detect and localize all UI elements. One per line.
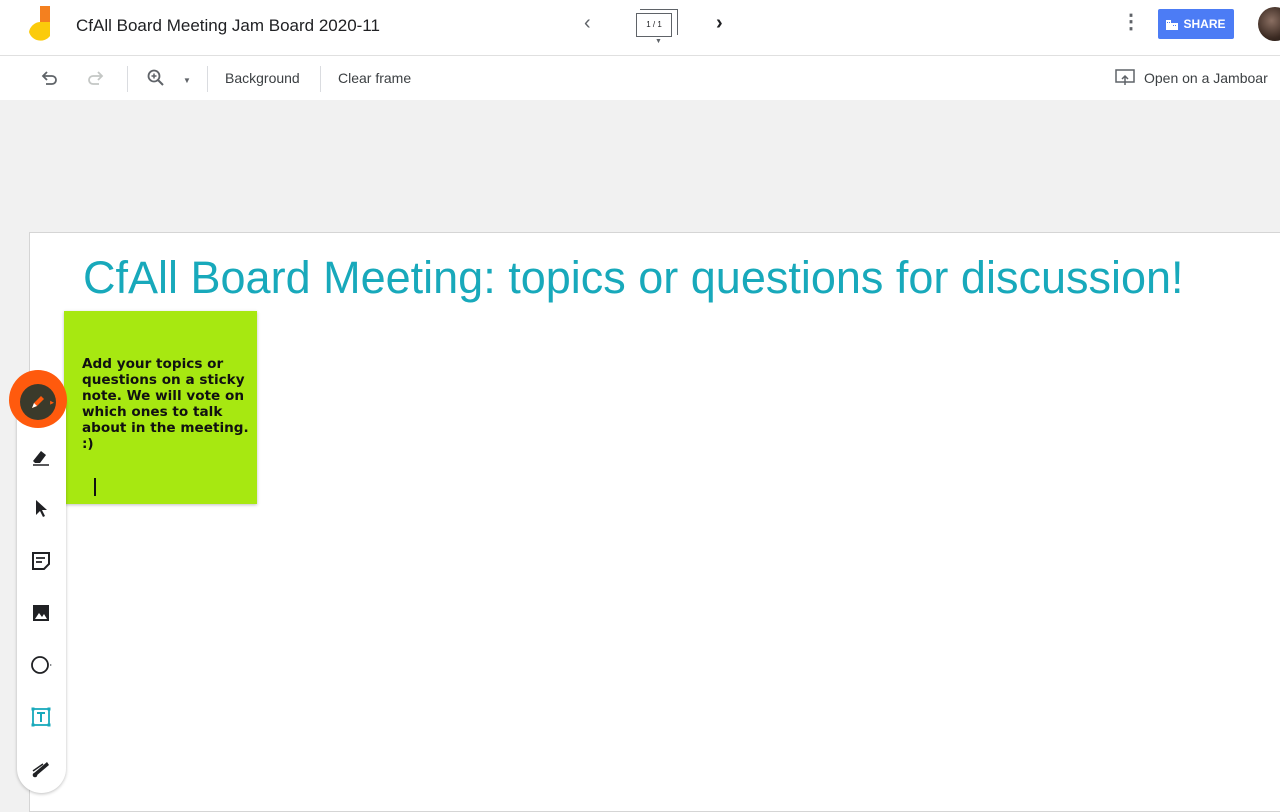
toolbar-divider xyxy=(127,66,128,92)
toolbar-divider xyxy=(320,66,321,92)
business-icon xyxy=(1166,19,1179,30)
pen-icon xyxy=(32,396,44,408)
circle-shape-icon[interactable] xyxy=(29,653,53,677)
submenu-arrow-icon: ▶ xyxy=(50,400,54,406)
background-button[interactable]: Background xyxy=(225,70,300,86)
pen-tool-button[interactable]: ▶ xyxy=(20,384,56,420)
share-button[interactable]: SHARE xyxy=(1158,9,1234,39)
clear-frame-button[interactable]: Clear frame xyxy=(338,70,411,86)
chevron-left-icon[interactable]: ‹ xyxy=(584,12,591,35)
laser-pointer-icon[interactable] xyxy=(29,757,53,781)
image-icon[interactable] xyxy=(29,601,53,625)
document-title[interactable]: CfAll Board Meeting Jam Board 2020-11 xyxy=(76,16,380,36)
sticky-note-icon[interactable] xyxy=(29,549,53,573)
chevron-right-icon[interactable]: › xyxy=(716,12,723,35)
text-cursor xyxy=(94,478,96,496)
board-title[interactable]: CfAll Board Meeting: topics or questions… xyxy=(83,252,1184,304)
toolbar: ▼ Background Clear frame Open on a Jambo… xyxy=(0,56,1280,100)
zoom-in-icon[interactable] xyxy=(146,68,166,88)
select-cursor-icon[interactable] xyxy=(29,496,53,520)
caret-down-icon: ▼ xyxy=(655,38,662,45)
avatar[interactable] xyxy=(1258,7,1280,41)
redo-icon[interactable] xyxy=(87,69,105,87)
cast-to-device-icon xyxy=(1115,69,1135,85)
text-box-icon[interactable] xyxy=(29,705,53,729)
eraser-icon[interactable] xyxy=(29,445,53,469)
frame-counter-label: 1 / 1 xyxy=(636,13,672,37)
sticky-note-text[interactable]: Add your topics or questions on a sticky… xyxy=(82,356,258,452)
share-label: SHARE xyxy=(1183,17,1226,31)
frame-counter-button[interactable]: 1 / 1 ▼ xyxy=(634,9,680,45)
zoom-dropdown-icon[interactable]: ▼ xyxy=(183,70,191,92)
more-vert-icon[interactable]: ⋮ xyxy=(1121,12,1141,32)
open-on-jamboard-button[interactable]: Open on a Jamboar xyxy=(1144,70,1268,86)
jamboard-logo[interactable] xyxy=(28,6,54,44)
top-bar: CfAll Board Meeting Jam Board 2020-11 ‹ … xyxy=(0,0,1280,56)
undo-icon[interactable] xyxy=(40,69,58,87)
toolbar-divider xyxy=(207,66,208,92)
sticky-note[interactable]: Add your topics or questions on a sticky… xyxy=(64,311,257,504)
tool-sidebar xyxy=(17,380,66,793)
